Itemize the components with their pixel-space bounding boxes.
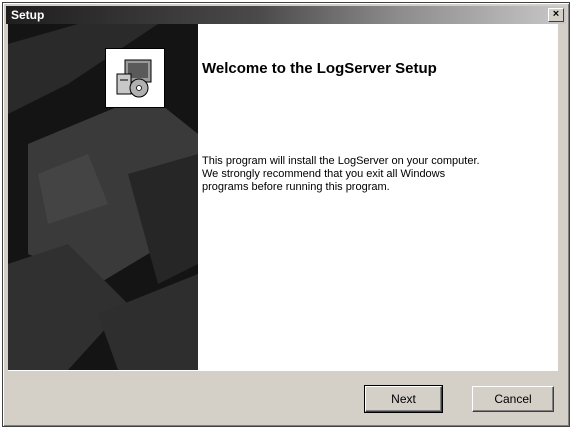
button-separator xyxy=(8,370,558,371)
setup-icon-frame xyxy=(105,48,165,108)
next-button[interactable]: Next xyxy=(364,385,443,413)
description-line: programs before running this program. xyxy=(202,181,390,193)
installer-package-icon xyxy=(116,59,152,98)
title-bar[interactable]: Setup × xyxy=(6,6,566,24)
description-line: This program will install the LogServer … xyxy=(202,155,480,167)
close-icon: × xyxy=(552,8,560,20)
side-banner xyxy=(8,24,198,370)
cancel-button[interactable]: Cancel xyxy=(472,386,554,412)
welcome-heading: Welcome to the LogServer Setup xyxy=(202,60,437,77)
close-button[interactable]: × xyxy=(548,8,564,22)
window-title: Setup xyxy=(11,8,45,22)
wizard-body: Welcome to the LogServer Setup This prog… xyxy=(8,24,558,371)
banner-art xyxy=(8,24,198,370)
description-text: This program will install the LogServer … xyxy=(202,155,532,194)
description-line: We strongly recommend that you exit all … xyxy=(202,168,446,180)
